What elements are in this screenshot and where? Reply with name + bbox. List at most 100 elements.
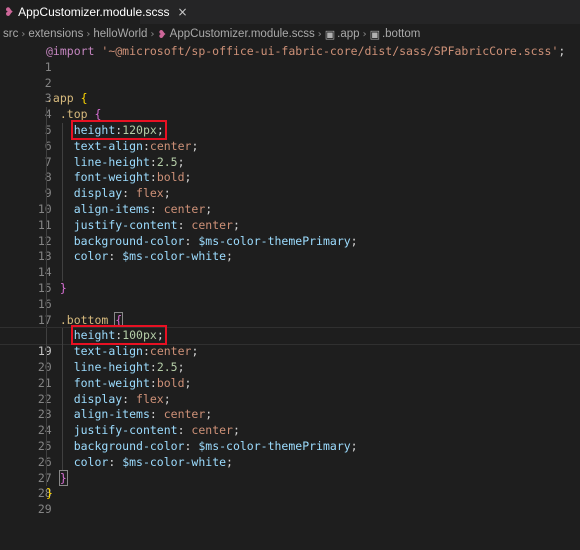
chevron-right-icon: › bbox=[317, 28, 322, 40]
value: 100px bbox=[122, 328, 157, 343]
value: center bbox=[149, 138, 192, 153]
tab-bar: ❥ AppCustomizer.module.scss × bbox=[0, 0, 580, 24]
property: justify-content bbox=[73, 423, 178, 438]
value: $ms-color-themePrimary bbox=[198, 233, 351, 248]
property: background-color bbox=[73, 233, 185, 248]
symbol-class-icon: ▣ bbox=[324, 27, 336, 41]
brace: { bbox=[80, 91, 88, 106]
breadcrumb-extensions[interactable]: extensions bbox=[28, 28, 83, 40]
value: flex bbox=[136, 186, 164, 201]
property: justify-content bbox=[73, 217, 178, 232]
property: text-align bbox=[73, 138, 143, 153]
code-line[interactable]: 29 } bbox=[0, 486, 580, 516]
code-line[interactable]: 20 text-align:center; bbox=[0, 344, 580, 374]
property: color bbox=[73, 249, 109, 264]
value: 120px bbox=[122, 122, 157, 137]
code-line[interactable]: 1 @import '~@microsoft/sp-office-ui-fabr… bbox=[0, 44, 580, 74]
value: 2.5 bbox=[156, 359, 178, 374]
property: font-weight bbox=[73, 375, 150, 390]
line-number: 29 bbox=[37, 502, 52, 517]
breadcrumb-bottom[interactable]: .bottom bbox=[382, 28, 420, 40]
code-line[interactable]: 5 .top { bbox=[0, 107, 580, 137]
value: 2.5 bbox=[156, 154, 178, 169]
code-line[interactable]: 26 background-color: $ms-color-themePrim… bbox=[0, 438, 580, 469]
sass-icon: ❥ bbox=[157, 27, 167, 41]
code-line[interactable]: 24 align-items: center; bbox=[0, 407, 580, 437]
property: line-height bbox=[73, 154, 150, 169]
property: height bbox=[73, 328, 116, 343]
code-editor[interactable]: 1 @import '~@microsoft/sp-office-ui-fabr… bbox=[0, 44, 580, 516]
code-line[interactable]: 14 color: $ms-color-white; bbox=[0, 249, 580, 279]
code-line[interactable]: 15 bbox=[0, 265, 580, 295]
code-line-current[interactable]: 19 height:100px; bbox=[0, 325, 580, 358]
editor-tab[interactable]: ❥ AppCustomizer.module.scss × bbox=[0, 0, 188, 24]
value: $ms-color-white bbox=[122, 249, 227, 264]
value: center bbox=[163, 407, 206, 422]
code-line[interactable]: 28 } bbox=[0, 469, 580, 500]
code-line[interactable]: 2 bbox=[0, 60, 580, 90]
breadcrumb-src[interactable]: src bbox=[3, 28, 18, 40]
brace: } bbox=[59, 280, 67, 295]
import-keyword: @import bbox=[46, 44, 95, 58]
brace: { bbox=[114, 311, 124, 328]
value: center bbox=[191, 217, 233, 232]
sass-icon: ❥ bbox=[4, 5, 15, 19]
chevron-right-icon: › bbox=[86, 28, 91, 40]
code-line[interactable]: 27 color: $ms-color-white; bbox=[0, 454, 580, 485]
code-line[interactable]: 4 .app { bbox=[0, 91, 580, 121]
indent-guide bbox=[46, 265, 47, 281]
value: bold bbox=[156, 375, 185, 390]
code-line[interactable]: 7 text-align:center; bbox=[0, 138, 580, 169]
code-line[interactable]: 25 justify-content: center; bbox=[0, 423, 580, 453]
breadcrumb: src › extensions › helloWorld › ❥ AppCus… bbox=[0, 24, 580, 44]
breadcrumb-app[interactable]: .app bbox=[337, 28, 359, 40]
property: background-color bbox=[73, 438, 185, 453]
close-icon[interactable]: × bbox=[177, 5, 187, 19]
value: center bbox=[191, 423, 233, 438]
code-line[interactable]: 3 bbox=[0, 76, 580, 105]
code-line[interactable]: 17 bbox=[0, 296, 580, 327]
code-line[interactable]: 21 line-height:2.5; bbox=[0, 359, 580, 390]
highlight-box: height:120px; bbox=[70, 119, 167, 140]
chevron-right-icon: › bbox=[362, 28, 367, 40]
selector: .top bbox=[59, 107, 88, 122]
chevron-right-icon: › bbox=[150, 28, 155, 40]
chevron-right-icon: › bbox=[21, 28, 26, 40]
selector: .app bbox=[46, 91, 74, 106]
property: font-weight bbox=[73, 170, 150, 185]
code-line[interactable]: 22 font-weight:bold; bbox=[0, 375, 580, 406]
code-line[interactable]: 6 height:120px; bbox=[0, 119, 580, 153]
property: color bbox=[73, 454, 109, 469]
breadcrumb-file[interactable]: AppCustomizer.module.scss bbox=[170, 28, 315, 40]
property: align-items bbox=[73, 407, 150, 422]
property: align-items bbox=[73, 201, 150, 216]
brace: } bbox=[58, 469, 68, 486]
indent-guide bbox=[46, 296, 47, 313]
property: height bbox=[73, 122, 116, 137]
code-line[interactable]: 12 justify-content: center; bbox=[0, 217, 580, 248]
semicolon: ; bbox=[558, 44, 566, 58]
property: display bbox=[73, 186, 123, 201]
code-line[interactable]: 11 align-items: center; bbox=[0, 201, 580, 232]
selector: .bottom bbox=[59, 312, 109, 327]
breadcrumb-helloworld[interactable]: helloWorld bbox=[93, 28, 147, 40]
brace: { bbox=[94, 107, 102, 122]
value: center bbox=[149, 344, 192, 359]
code-line[interactable]: 13 background-color: $ms-color-themePrim… bbox=[0, 233, 580, 263]
value: bold bbox=[156, 170, 185, 185]
value: center bbox=[163, 201, 206, 216]
brace: } bbox=[46, 486, 53, 501]
code-line[interactable]: 8 line-height:2.5; bbox=[0, 154, 580, 184]
value: flex bbox=[136, 391, 164, 406]
code-line[interactable]: 10 display: flex; bbox=[0, 186, 580, 216]
code-line[interactable]: 18 .bottom { bbox=[0, 311, 580, 342]
property: line-height bbox=[73, 359, 150, 374]
value: $ms-color-white bbox=[122, 454, 227, 469]
indent-guide bbox=[62, 265, 63, 281]
code-line[interactable]: 9 font-weight:bold; bbox=[0, 170, 580, 200]
value: $ms-color-themePrimary bbox=[198, 438, 351, 453]
symbol-class-icon: ▣ bbox=[369, 27, 380, 41]
property: display bbox=[73, 391, 123, 406]
code-line[interactable]: 23 display: flex; bbox=[0, 391, 580, 421]
code-line[interactable]: 16 } bbox=[0, 280, 580, 311]
